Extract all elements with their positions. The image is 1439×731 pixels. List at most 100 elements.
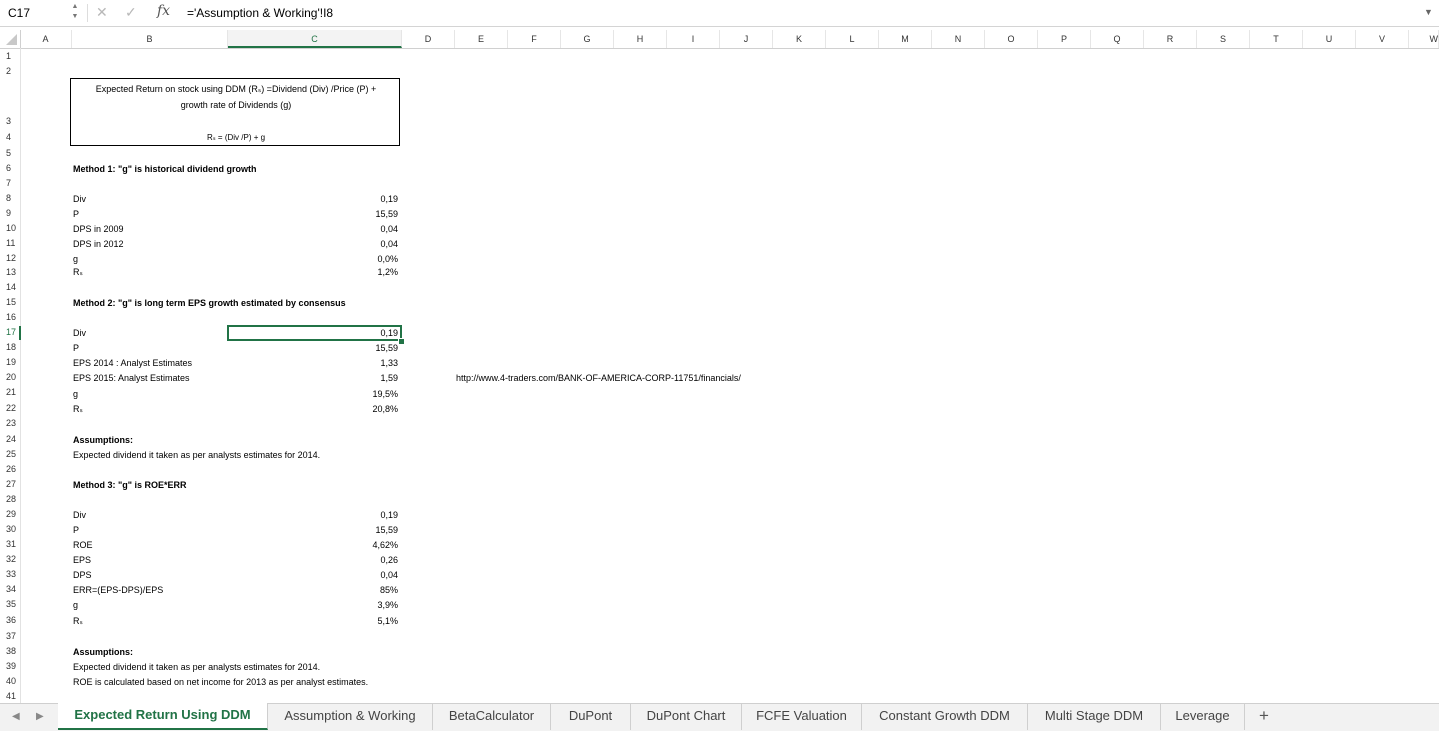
column-header-o[interactable]: O <box>985 30 1038 48</box>
row-header-38[interactable]: 38 <box>0 646 20 656</box>
column-header-p[interactable]: P <box>1038 30 1091 48</box>
method3-value-err[interactable]: 85% <box>300 585 398 595</box>
method3-value-eps[interactable]: 0,26 <box>300 555 398 565</box>
row-header-22[interactable]: 22 <box>0 403 20 413</box>
method3-assumptions-heading[interactable]: Assumptions: <box>73 647 133 657</box>
method2-label-g[interactable]: g <box>73 389 78 399</box>
method3-label-err[interactable]: ERR=(EPS-DPS)/EPS <box>73 585 163 595</box>
column-header-r[interactable]: R <box>1144 30 1197 48</box>
method3-heading[interactable]: Method 3: "g" is ROE*ERR <box>73 480 187 490</box>
row-header-23[interactable]: 23 <box>0 418 20 428</box>
method1-label-dps2009[interactable]: DPS in 2009 <box>73 224 124 234</box>
row-header-5[interactable]: 5 <box>0 148 20 158</box>
method2-label-p[interactable]: P <box>73 343 79 353</box>
row-header-14[interactable]: 14 <box>0 282 20 292</box>
method2-value-eps2015[interactable]: 1,59 <box>300 373 398 383</box>
cancel-icon[interactable]: ✕ <box>96 4 108 21</box>
row-header-1[interactable]: 1 <box>0 51 20 61</box>
row-header-34[interactable]: 34 <box>0 584 20 594</box>
row-header-35[interactable]: 35 <box>0 599 20 609</box>
method3-label-roe[interactable]: ROE <box>73 540 93 550</box>
sheet-tab-dupont[interactable]: DuPont <box>551 704 631 730</box>
column-header-k[interactable]: K <box>773 30 826 48</box>
method3-value-rs[interactable]: 5,1% <box>300 616 398 626</box>
row-header-26[interactable]: 26 <box>0 464 20 474</box>
method2-value-g[interactable]: 19,5% <box>300 389 398 399</box>
row-header-39[interactable]: 39 <box>0 661 20 671</box>
row-header-21[interactable]: 21 <box>0 387 20 397</box>
method3-label-p[interactable]: P <box>73 525 79 535</box>
scroll-tabs-right-icon[interactable]: ▶ <box>36 711 44 722</box>
row-header-12[interactable]: 12 <box>0 253 20 263</box>
method2-value-p[interactable]: 15,59 <box>300 343 398 353</box>
row-header-19[interactable]: 19 <box>0 357 20 367</box>
method3-label-div[interactable]: Div <box>73 510 86 520</box>
method3-value-p[interactable]: 15,59 <box>300 525 398 535</box>
row-header-11[interactable]: 11 <box>0 238 20 248</box>
row-header-6[interactable]: 6 <box>0 163 20 173</box>
expand-formula-bar-icon[interactable]: ▼ <box>1424 7 1433 17</box>
row-header-4[interactable]: 4 <box>0 132 20 142</box>
method3-value-roe[interactable]: 4,62% <box>300 540 398 550</box>
method1-label-div[interactable]: Div <box>73 194 86 204</box>
row-header-41[interactable]: 41 <box>0 691 20 701</box>
column-header-n[interactable]: N <box>932 30 985 48</box>
method3-assumption-2[interactable]: ROE is calculated based on net income fo… <box>73 677 368 687</box>
row-header-28[interactable]: 28 <box>0 494 20 504</box>
method1-label-rs[interactable]: Rₛ <box>73 267 83 278</box>
method3-label-rs[interactable]: Rₛ <box>73 616 83 627</box>
method1-value-g[interactable]: 0,0% <box>300 254 398 264</box>
column-header-i[interactable]: I <box>667 30 720 48</box>
source-link-cell[interactable]: http://www.4-traders.com/BANK-OF-AMERICA… <box>456 373 741 383</box>
method3-value-g[interactable]: 3,9% <box>300 600 398 610</box>
column-header-g[interactable]: G <box>561 30 614 48</box>
column-header-u[interactable]: U <box>1303 30 1356 48</box>
row-header-24[interactable]: 24 <box>0 434 20 444</box>
sheet-tab-betacalculator[interactable]: BetaCalculator <box>433 704 551 730</box>
row-header-3[interactable]: 3 <box>0 116 20 126</box>
method2-assumptions-heading[interactable]: Assumptions: <box>73 435 133 445</box>
row-header-2[interactable]: 2 <box>0 66 20 76</box>
row-header-9[interactable]: 9 <box>0 208 20 218</box>
row-header-18[interactable]: 18 <box>0 342 20 352</box>
row-header-7[interactable]: 7 <box>0 178 20 188</box>
column-header-e[interactable]: E <box>455 30 508 48</box>
column-header-w[interactable]: W <box>1409 30 1439 48</box>
method1-value-dps2009[interactable]: 0,04 <box>300 224 398 234</box>
row-header-20[interactable]: 20 <box>0 372 20 382</box>
row-header-29[interactable]: 29 <box>0 509 20 519</box>
column-header-l[interactable]: L <box>826 30 879 48</box>
sheet-tab-constant-growth-ddm[interactable]: Constant Growth DDM <box>862 704 1028 730</box>
add-sheet-icon[interactable]: + <box>1252 706 1276 726</box>
column-header-f[interactable]: F <box>508 30 561 48</box>
method2-heading[interactable]: Method 2: "g" is long term EPS growth es… <box>73 298 346 308</box>
method3-assumption-1[interactable]: Expected dividend it taken as per analys… <box>73 662 320 672</box>
row-header-33[interactable]: 33 <box>0 569 20 579</box>
column-header-q[interactable]: Q <box>1091 30 1144 48</box>
column-header-m[interactable]: M <box>879 30 932 48</box>
column-header-s[interactable]: S <box>1197 30 1250 48</box>
column-header-a[interactable]: A <box>20 30 72 48</box>
column-header-v[interactable]: V <box>1356 30 1409 48</box>
formula-input[interactable]: ='Assumption & Working'!I8 <box>187 0 333 26</box>
row-header-10[interactable]: 10 <box>0 223 20 233</box>
method3-label-eps[interactable]: EPS <box>73 555 91 565</box>
column-header-d[interactable]: D <box>402 30 455 48</box>
sheet-tab-leverage[interactable]: Leverage <box>1161 704 1245 730</box>
sheet-tab-multi-stage-ddm[interactable]: Multi Stage DDM <box>1028 704 1161 730</box>
method2-label-eps2014[interactable]: EPS 2014 : Analyst Estimates <box>73 358 192 368</box>
column-header-b[interactable]: B <box>72 30 228 48</box>
confirm-icon[interactable]: ✓ <box>125 4 137 21</box>
row-header-27[interactable]: 27 <box>0 479 20 489</box>
method2-value-eps2014[interactable]: 1,33 <box>300 358 398 368</box>
column-header-c[interactable]: C <box>228 30 402 48</box>
ddm-formula-box[interactable]: Expected Return on stock using DDM (Rₛ) … <box>70 78 400 146</box>
method1-value-p[interactable]: 15,59 <box>300 209 398 219</box>
column-header-t[interactable]: T <box>1250 30 1303 48</box>
method2-value-rs[interactable]: 20,8% <box>300 404 398 414</box>
method3-value-dps[interactable]: 0,04 <box>300 570 398 580</box>
row-header-16[interactable]: 16 <box>0 312 20 322</box>
row-header-8[interactable]: 8 <box>0 193 20 203</box>
method3-label-dps[interactable]: DPS <box>73 570 92 580</box>
method1-value-div[interactable]: 0,19 <box>300 194 398 204</box>
